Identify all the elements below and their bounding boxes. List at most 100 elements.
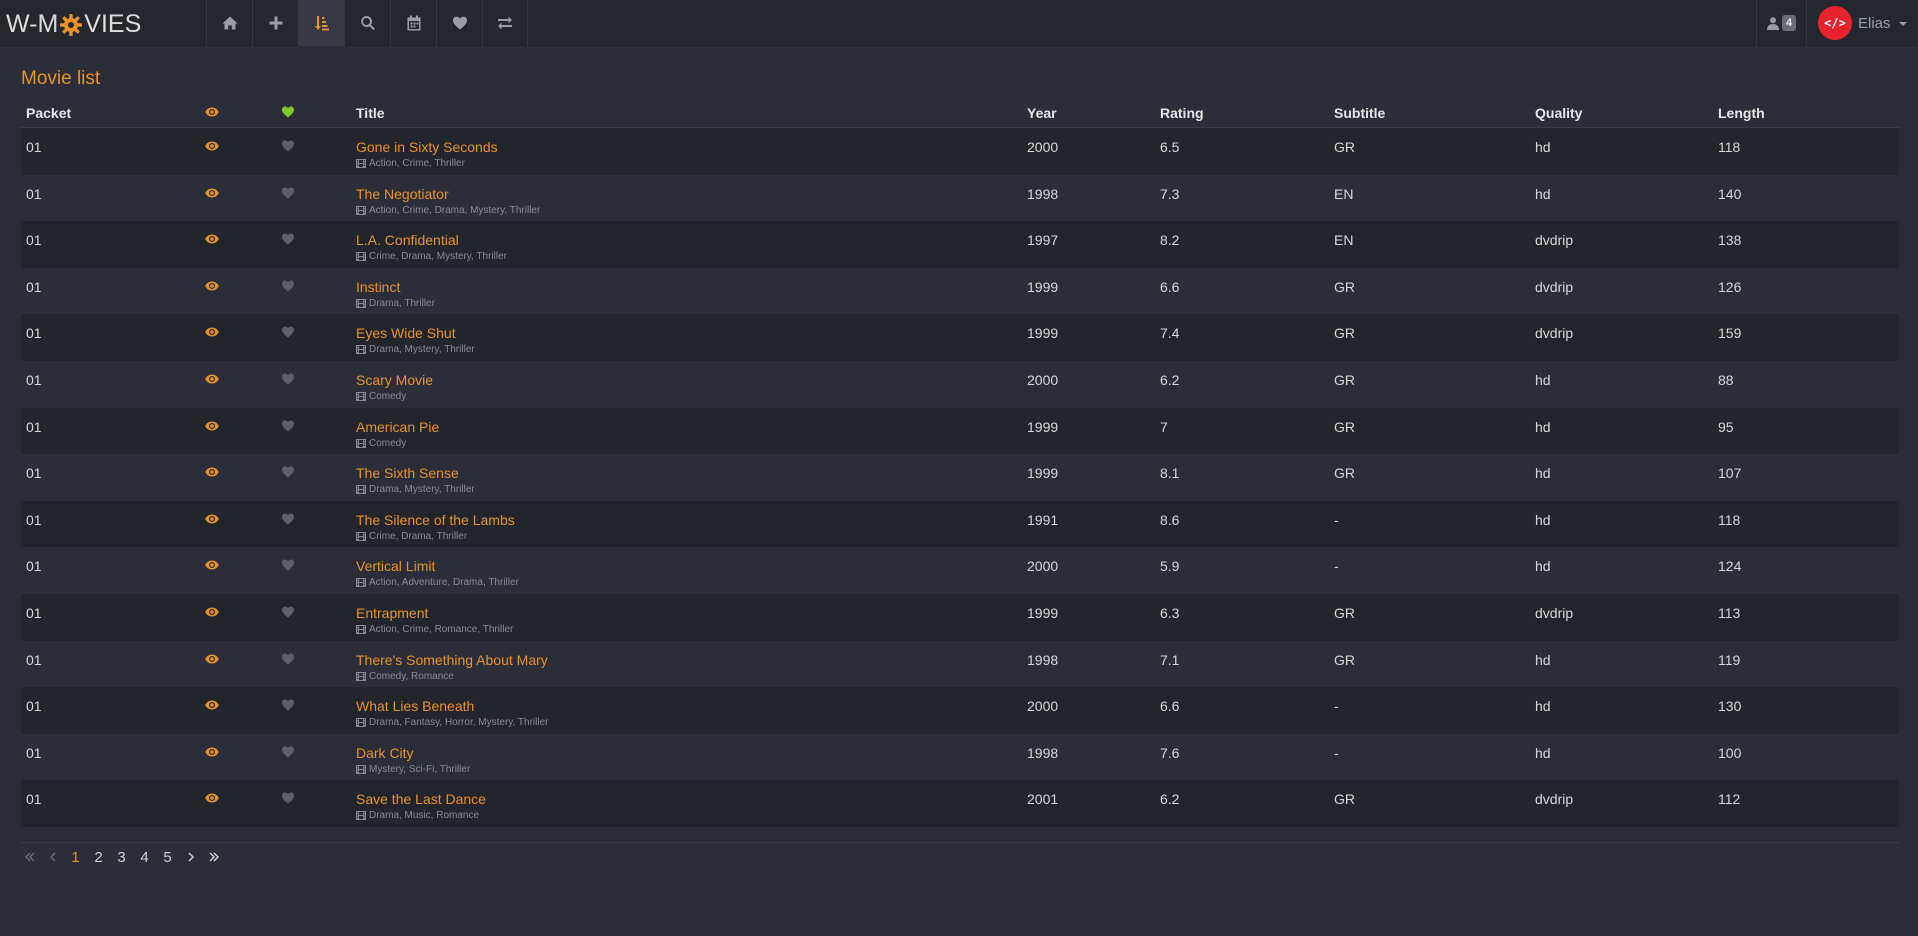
table-row: 01 There's Something About Mary Comedy, Ro… <box>21 640 1899 688</box>
watched-toggle[interactable] <box>205 232 219 248</box>
quality-cell: dvdrip <box>1535 791 1574 808</box>
header-rating[interactable]: Rating <box>1160 105 1204 121</box>
header-liked[interactable] <box>281 105 295 121</box>
like-toggle[interactable] <box>281 465 295 481</box>
like-toggle[interactable] <box>281 791 295 807</box>
page-1-button[interactable]: 1 <box>64 846 87 868</box>
year-cell: 2000 <box>1027 139 1059 155</box>
page-2-button[interactable]: 2 <box>87 846 110 868</box>
like-toggle[interactable] <box>281 139 295 155</box>
movie-title-link[interactable]: What Lies Beneath <box>356 698 548 714</box>
header-year[interactable]: Year <box>1027 105 1057 121</box>
main-nav <box>206 0 528 46</box>
movie-title-link[interactable]: L.A. Confidential <box>356 232 507 248</box>
watched-toggle[interactable] <box>205 652 219 668</box>
rating-cell: 6.3 <box>1160 604 1180 621</box>
rating-cell: 6.2 <box>1160 791 1180 808</box>
nav-calendar-button[interactable] <box>390 0 436 46</box>
heart-icon <box>282 140 294 152</box>
watched-toggle[interactable] <box>205 512 219 528</box>
nav-favorites-button[interactable] <box>436 0 482 46</box>
like-toggle[interactable] <box>281 605 295 621</box>
header-subtitle[interactable]: Subtitle <box>1334 105 1385 121</box>
page-3-button[interactable]: 3 <box>110 846 133 868</box>
brand-logo[interactable]: W-M VIES <box>6 10 141 39</box>
movie-title-link[interactable]: Instinct <box>356 279 435 295</box>
watched-toggle[interactable] <box>205 558 219 574</box>
movie-title-link[interactable]: American Pie <box>356 419 439 435</box>
like-toggle[interactable] <box>281 186 295 202</box>
movie-title-link[interactable]: Entrapment <box>356 605 513 621</box>
year-cell: 1999 <box>1027 325 1059 342</box>
like-toggle[interactable] <box>281 698 295 714</box>
like-toggle[interactable] <box>281 279 295 295</box>
brand-text-end: VIES <box>84 10 142 38</box>
exchange-icon <box>498 16 512 30</box>
length-cell: 88 <box>1718 371 1734 388</box>
movie-title-link[interactable]: The Silence of the Lambs <box>356 512 515 528</box>
movie-title-link[interactable]: The Sixth Sense <box>356 465 475 481</box>
film-icon <box>356 624 366 634</box>
movie-title-link[interactable]: Dark City <box>356 745 470 761</box>
like-toggle[interactable] <box>281 745 295 761</box>
first-page-button[interactable] <box>18 846 41 868</box>
header-quality[interactable]: Quality <box>1535 105 1582 121</box>
like-toggle[interactable] <box>281 558 295 574</box>
user-nav: 4 </> Elias <box>1756 0 1918 46</box>
page-5-button[interactable]: 5 <box>156 846 179 868</box>
watched-toggle[interactable] <box>205 325 219 341</box>
watched-toggle[interactable] <box>205 372 219 388</box>
table-row: 01 The Negotiator Action, Crime, Drama, My… <box>21 174 1899 222</box>
next-page-button[interactable] <box>179 846 202 868</box>
nav-search-button[interactable] <box>344 0 390 46</box>
title-cell: Entrapment Action, Crime, Romance, Thrill… <box>356 605 513 635</box>
rating-cell: 8.6 <box>1160 511 1180 528</box>
genre-line: Action, Adventure, Drama, Thriller <box>356 577 519 588</box>
watched-toggle[interactable] <box>205 698 219 714</box>
movie-title-link[interactable]: The Negotiator <box>356 186 540 202</box>
movie-title-link[interactable]: There's Something About Mary <box>356 652 548 668</box>
movie-title-link[interactable]: Scary Movie <box>356 372 433 388</box>
user-menu[interactable]: </> Elias <box>1806 0 1918 46</box>
like-toggle[interactable] <box>281 419 295 435</box>
header-length[interactable]: Length <box>1718 105 1765 121</box>
watched-toggle[interactable] <box>205 745 219 761</box>
genre-text: Drama, Mystery, Thriller <box>369 484 475 496</box>
movie-title-link[interactable]: Save the Last Dance <box>356 791 486 807</box>
watched-toggle[interactable] <box>205 465 219 481</box>
header-watched[interactable] <box>205 105 219 121</box>
last-page-button[interactable] <box>202 846 225 868</box>
nav-exchange-button[interactable] <box>482 0 528 46</box>
nav-list-button[interactable] <box>298 0 344 46</box>
nav-add-button[interactable] <box>252 0 298 46</box>
watched-toggle[interactable] <box>205 139 219 155</box>
film-icon <box>356 345 366 355</box>
header-title[interactable]: Title <box>356 105 385 121</box>
movie-title-link[interactable]: Gone in Sixty Seconds <box>356 139 498 155</box>
eye-icon <box>205 560 219 570</box>
watched-toggle[interactable] <box>205 279 219 295</box>
page-4-button[interactable]: 4 <box>133 846 156 868</box>
heart-icon <box>282 699 294 711</box>
movie-title-link[interactable]: Vertical Limit <box>356 558 519 574</box>
watched-toggle[interactable] <box>205 605 219 621</box>
like-toggle[interactable] <box>281 325 295 341</box>
header-packet[interactable]: Packet <box>26 105 71 121</box>
like-toggle[interactable] <box>281 652 295 668</box>
subtitle-cell: - <box>1334 744 1339 761</box>
length-cell: 118 <box>1718 511 1741 528</box>
online-users-button[interactable]: 4 <box>1756 0 1806 46</box>
watched-toggle[interactable] <box>205 186 219 202</box>
heart-icon <box>452 16 467 30</box>
genre-line: Mystery, Sci-Fi, Thriller <box>356 764 470 775</box>
nav-home-button[interactable] <box>206 0 252 46</box>
prev-page-button[interactable] <box>41 846 64 868</box>
like-toggle[interactable] <box>281 372 295 388</box>
movie-title-link[interactable]: Eyes Wide Shut <box>356 325 475 341</box>
like-toggle[interactable] <box>281 512 295 528</box>
watched-toggle[interactable] <box>205 791 219 807</box>
watched-toggle[interactable] <box>205 419 219 435</box>
film-icon <box>356 391 366 401</box>
table-row: 01 Save the Last Dance Drama, Music, Roman… <box>21 780 1899 827</box>
like-toggle[interactable] <box>281 232 295 248</box>
